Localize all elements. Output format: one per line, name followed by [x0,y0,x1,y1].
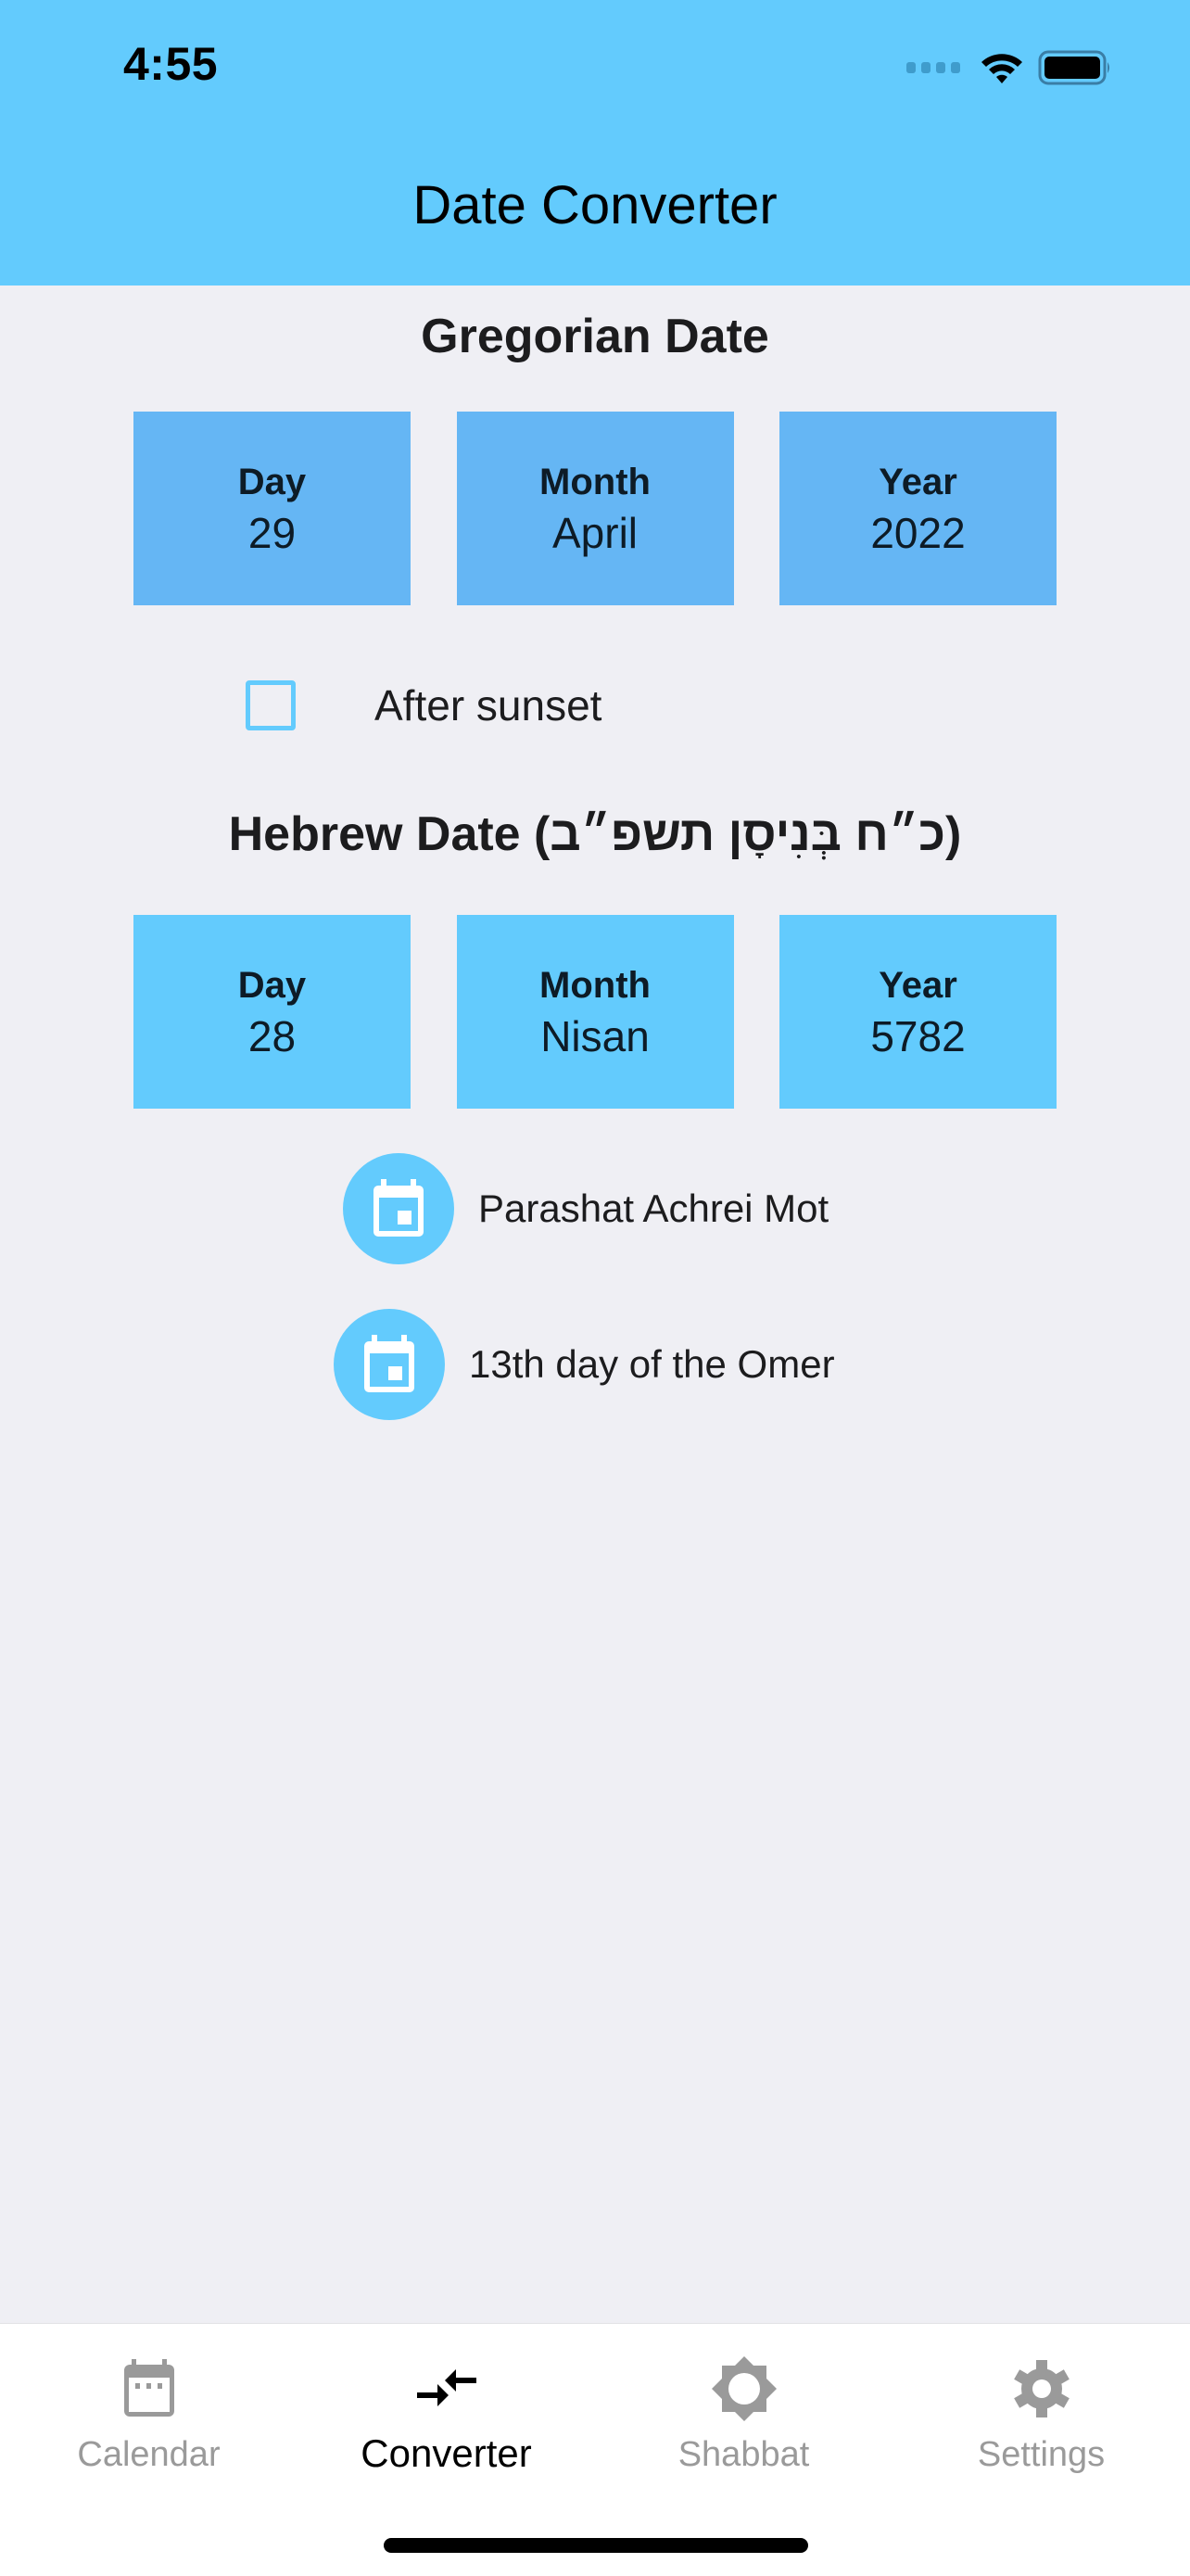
gregorian-month-picker[interactable]: Month April [456,412,734,605]
app-header: 4:55 Date Converter [0,0,1190,286]
hebrew-month-value: Nisan [540,1011,650,1060]
gregorian-day-picker[interactable]: Day 29 [133,412,411,605]
event-text: 13th day of the Omer [469,1342,835,1386]
hebrew-date-heading: Hebrew Date (כ״ח בְּנִיסָן תשפ״ב) [228,807,962,861]
gregorian-month-value: April [551,508,639,557]
gregorian-year-picker[interactable]: Year 2022 [779,412,1057,605]
hebrew-year-value: 5782 [870,1011,966,1060]
page-title: Date Converter [412,175,778,235]
tab-label: Converter [361,2431,532,2475]
hebrew-day-value: 28 [247,1011,297,1060]
star-of-david-sun-icon [711,2352,777,2426]
tab-label: Shabbat [677,2435,810,2474]
gregorian-date-heading: Gregorian Date [421,310,769,363]
gear-icon [1013,2352,1070,2426]
hebrew-date-fields: Day 28 Month Nisan Year 5782 [133,915,1057,1109]
hebrew-day-picker[interactable]: Day 28 [133,915,411,1109]
gregorian-year-label: Year [879,461,957,502]
tab-label: Calendar [77,2435,221,2474]
status-icons [906,46,1112,89]
hebrew-month-label: Month [539,964,651,1006]
after-sunset-label[interactable]: After sunset [374,680,601,730]
calendar-event-icon [334,1309,445,1420]
event-text: Parashat Achrei Mot [478,1186,829,1230]
home-indicator[interactable] [384,2538,808,2553]
cellular-signal-icon [906,62,960,73]
tab-settings[interactable]: Settings [892,2324,1190,2491]
hebrew-month-picker[interactable]: Month Nisan [456,915,734,1109]
gregorian-date-fields: Day 29 Month April Year 2022 [133,412,1057,605]
tab-shabbat[interactable]: Shabbat [595,2324,892,2491]
battery-icon [1038,49,1112,86]
event-item: Parashat Achrei Mot [343,1153,829,1264]
gregorian-day-value: 29 [247,508,297,557]
calendar-event-icon [343,1153,454,1264]
tab-label: Settings [977,2435,1106,2474]
status-time: 4:55 [123,38,219,90]
after-sunset-checkbox[interactable] [246,680,296,730]
gregorian-day-label: Day [237,461,307,502]
gregorian-year-value: 2022 [870,508,966,557]
calendar-icon [122,2352,176,2426]
tab-calendar[interactable]: Calendar [0,2324,298,2491]
hebrew-year-picker[interactable]: Year 5782 [779,915,1057,1109]
after-sunset-row[interactable]: After sunset [246,679,601,731]
compare-arrows-icon [416,2352,476,2426]
hebrew-day-label: Day [237,964,307,1006]
tab-converter[interactable]: Converter [298,2324,595,2491]
gregorian-month-label: Month [539,461,651,502]
wifi-icon [979,49,1025,86]
event-item: 13th day of the Omer [334,1309,835,1420]
hebrew-year-label: Year [879,964,957,1006]
